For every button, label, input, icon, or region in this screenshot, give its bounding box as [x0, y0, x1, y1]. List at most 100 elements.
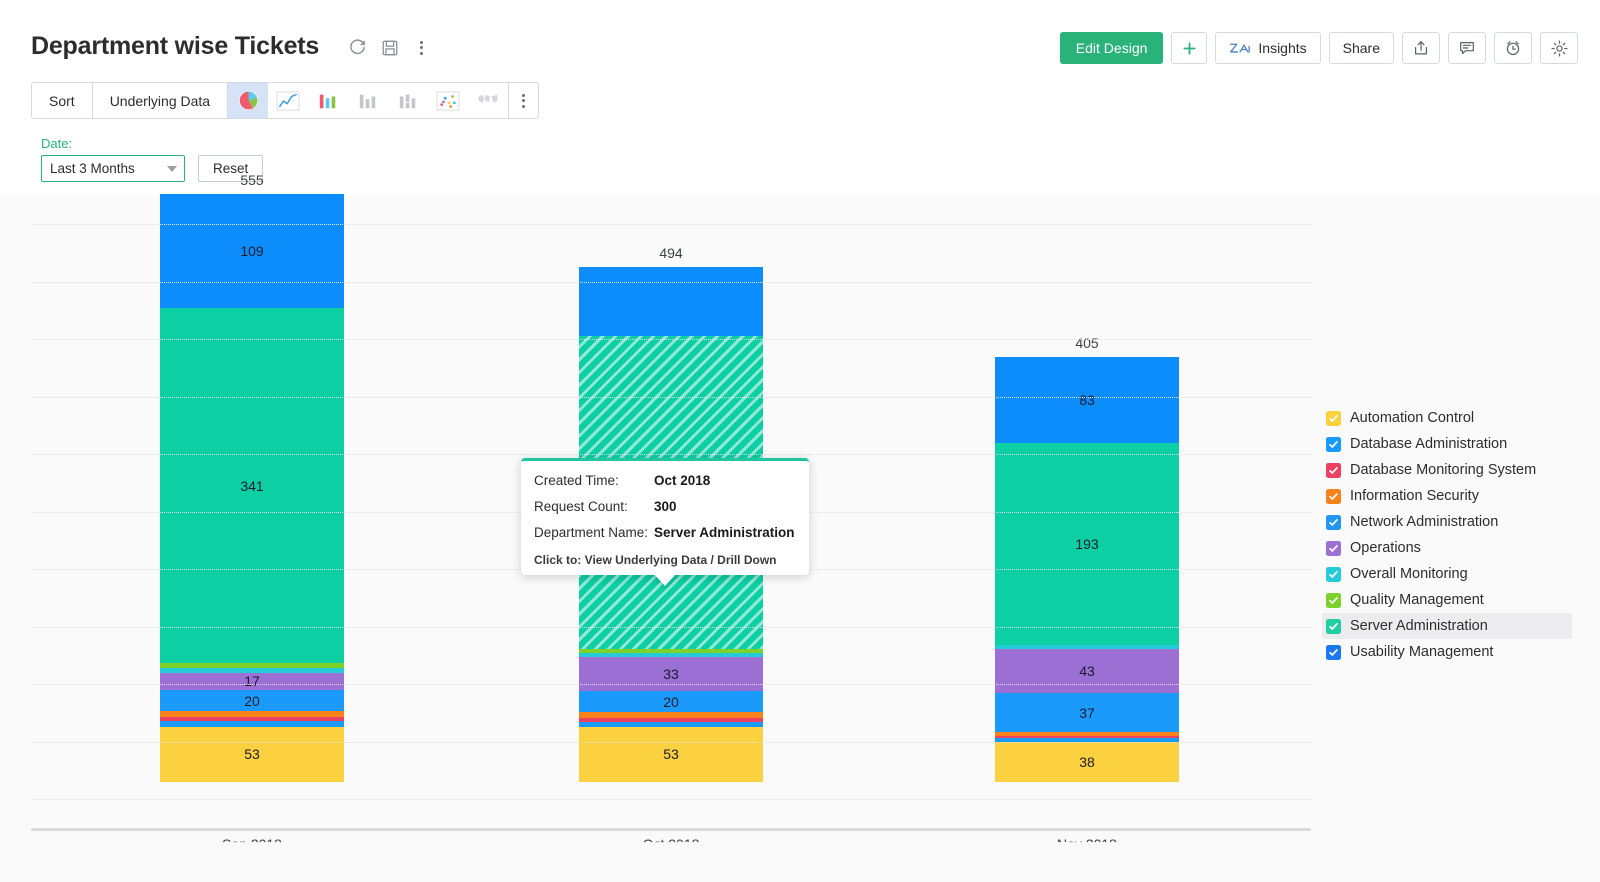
- toolbar-more-icon[interactable]: [508, 83, 538, 118]
- legend-checkbox-icon[interactable]: [1326, 489, 1341, 504]
- x-axis-label: Nov 2018: [987, 836, 1187, 852]
- legend-item-server-administration[interactable]: Server Administration: [1322, 613, 1572, 639]
- bar-segment[interactable]: 20: [579, 691, 763, 712]
- bar-segment[interactable]: 17: [160, 673, 344, 691]
- bar-segment[interactable]: 83: [995, 357, 1179, 443]
- line-chart-icon[interactable]: [268, 83, 308, 118]
- edit-design-button[interactable]: Edit Design: [1060, 32, 1164, 64]
- segment-value-label: 37: [1079, 705, 1095, 721]
- bar-segment[interactable]: 37: [995, 693, 1179, 732]
- share-button[interactable]: Share: [1329, 32, 1394, 64]
- legend-checkbox-icon[interactable]: [1326, 541, 1341, 556]
- bar-segment[interactable]: 193: [995, 443, 1179, 644]
- segment-value-label: 17: [244, 673, 260, 689]
- comment-icon[interactable]: [1448, 32, 1486, 64]
- chart-type-group: [228, 83, 508, 118]
- legend-item-database-administration[interactable]: Database Administration: [1322, 431, 1572, 457]
- sort-button[interactable]: Sort: [32, 83, 93, 118]
- stacked-bar-chart-icon[interactable]: [388, 83, 428, 118]
- title-action-icons: [348, 38, 431, 57]
- legend-item-label: Network Administration: [1350, 514, 1498, 530]
- legend-item-operations[interactable]: Operations: [1322, 535, 1572, 561]
- legend-item-database-monitoring-system[interactable]: Database Monitoring System: [1322, 457, 1572, 483]
- underlying-data-button[interactable]: Underlying Data: [93, 83, 228, 118]
- tooltip-key: Request Count:: [534, 498, 654, 516]
- bar-segment[interactable]: 43: [995, 649, 1179, 694]
- legend-item-label: Overall Monitoring: [1350, 566, 1468, 582]
- stacked-bar[interactable]: 109341172053555: [160, 194, 344, 782]
- legend-item-automation-control[interactable]: Automation Control: [1322, 405, 1572, 431]
- x-axis-labels: Sep 2018 Oct 2018 Nov 2018: [31, 836, 1311, 882]
- bar-segment[interactable]: 38: [995, 742, 1179, 782]
- app-header: Department wise Tickets Edit Design: [0, 0, 1600, 76]
- tooltip-value: Server Administration: [654, 524, 795, 542]
- segment-value-label: 341: [240, 478, 263, 494]
- column-chart-icon[interactable]: [308, 83, 348, 118]
- gridline: [31, 339, 1311, 340]
- date-range-value: Last 3 Months: [50, 161, 135, 176]
- chevron-down-icon: [167, 166, 177, 172]
- tooltip-row: Created Time: Oct 2018: [534, 472, 796, 490]
- gridline: [31, 282, 1311, 283]
- segment-value-label: 20: [663, 694, 679, 710]
- legend-item-quality-management[interactable]: Quality Management: [1322, 587, 1572, 613]
- bar-segment[interactable]: 53: [579, 727, 763, 782]
- legend-item-information-security[interactable]: Information Security: [1322, 483, 1572, 509]
- legend-checkbox-icon[interactable]: [1326, 463, 1341, 478]
- bar-total-label: 494: [579, 245, 763, 261]
- scatter-chart-icon[interactable]: [428, 83, 468, 118]
- bar-segment[interactable]: 341: [160, 308, 344, 663]
- legend-item-overall-monitoring[interactable]: Overall Monitoring: [1322, 561, 1572, 587]
- chart-canvas: 1093411720535553003320534948319343373840…: [0, 196, 1600, 882]
- tooltip-row: Request Count: 300: [534, 498, 796, 516]
- bar-total-label: 405: [995, 335, 1179, 351]
- alarm-icon[interactable]: [1494, 32, 1532, 64]
- legend-checkbox-icon[interactable]: [1326, 619, 1341, 634]
- legend-checkbox-icon[interactable]: [1326, 567, 1341, 582]
- legend-checkbox-icon[interactable]: [1326, 645, 1341, 660]
- tooltip-value: 300: [654, 498, 677, 516]
- legend-item-label: Quality Management: [1350, 592, 1484, 608]
- tooltip-key: Department Name:: [534, 524, 654, 542]
- segment-value-label: 33: [663, 666, 679, 682]
- bar-chart-icon[interactable]: [348, 83, 388, 118]
- gridline: [31, 397, 1311, 398]
- x-axis-label: Sep 2018: [152, 836, 352, 852]
- legend-checkbox-icon[interactable]: [1326, 593, 1341, 608]
- bar-segment[interactable]: 33: [579, 657, 763, 691]
- x-axis-label: Oct 2018: [571, 836, 771, 852]
- legend-item-label: Database Monitoring System: [1350, 462, 1536, 478]
- segment-value-label: 193: [1075, 536, 1098, 552]
- chart-tooltip: Created Time: Oct 2018 Request Count: 30…: [521, 458, 809, 575]
- bar-segment[interactable]: 20: [160, 690, 344, 711]
- more-vertical-icon[interactable]: [412, 38, 431, 57]
- bar-segment[interactable]: [579, 267, 763, 336]
- save-icon[interactable]: [380, 38, 399, 57]
- gridline: [31, 742, 1311, 743]
- bar-total-label: 555: [160, 172, 344, 188]
- export-icon[interactable]: [1402, 32, 1440, 64]
- gear-icon[interactable]: [1540, 32, 1578, 64]
- tooltip-row: Department Name: Server Administration: [534, 524, 796, 542]
- pie-chart-icon[interactable]: [228, 83, 268, 118]
- legend-checkbox-icon[interactable]: [1326, 515, 1341, 530]
- header-actions: Edit Design Insights Share: [1060, 32, 1578, 64]
- chart-legend: Automation ControlDatabase Administratio…: [1322, 405, 1572, 665]
- page-title: Department wise Tickets: [31, 32, 319, 61]
- tooltip-key: Created Time:: [534, 472, 654, 490]
- bar-segment[interactable]: 109: [160, 194, 344, 308]
- legend-checkbox-icon[interactable]: [1326, 411, 1341, 426]
- segment-value-label: 109: [240, 243, 263, 259]
- zia-logo-icon: [1229, 41, 1253, 56]
- map-chart-icon[interactable]: [468, 83, 508, 118]
- gridline: [31, 799, 1311, 800]
- refresh-icon[interactable]: [348, 38, 367, 57]
- insights-button[interactable]: Insights: [1215, 32, 1320, 64]
- legend-checkbox-icon[interactable]: [1326, 437, 1341, 452]
- gridline: [31, 684, 1311, 685]
- add-button[interactable]: [1171, 32, 1207, 64]
- legend-item-network-administration[interactable]: Network Administration: [1322, 509, 1572, 535]
- x-axis-line: [31, 828, 1311, 831]
- bar-segment[interactable]: 53: [160, 727, 344, 782]
- legend-item-usability-management[interactable]: Usability Management: [1322, 639, 1572, 665]
